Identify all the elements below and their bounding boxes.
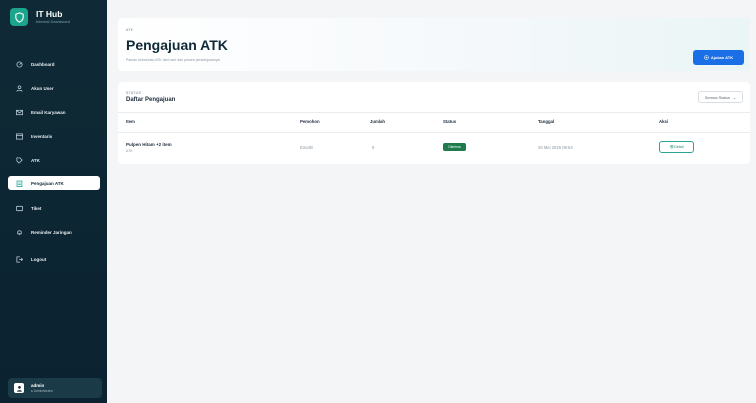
sidebar-item-label: Email Karyawan: [31, 109, 66, 115]
avatar: [14, 383, 24, 393]
clipboard-icon: [16, 180, 23, 187]
sidebar-item-dashboard[interactable]: Dashboard: [8, 57, 100, 71]
chevron-down-icon: ⌄: [732, 94, 737, 100]
mail-icon: [16, 109, 23, 116]
column-header-status[interactable]: Status: [443, 119, 456, 124]
dashboard-icon: [16, 60, 23, 68]
user-icon: [16, 84, 23, 92]
sidebar-item-akun-user[interactable]: Akun User: [8, 81, 100, 95]
sidebar-item-label: Inventaris: [31, 133, 53, 139]
ajukan-atk-button[interactable]: Ajukan ATK: [693, 50, 744, 65]
brand-title: IT Hub: [36, 9, 63, 19]
sidebar-item-label: Tiket: [31, 205, 42, 211]
item-name: Pulpen Hitam +2 item: [126, 142, 172, 147]
user-icon: [16, 385, 22, 392]
divider: [118, 132, 750, 133]
bell-icon: [16, 229, 23, 236]
sidebar-item-pengajuan-atk[interactable]: Pengajuan ATK: [8, 176, 100, 190]
ticket-icon: [16, 205, 23, 212]
request-list-card: STATUS Daftar Pengajuan Semua Status ⌄ I…: [118, 82, 750, 164]
list-title: Daftar Pengajuan: [126, 97, 176, 103]
sidebar-item-label: ATK: [31, 157, 40, 163]
logout-icon: [16, 255, 23, 263]
sidebar-item-label: Pengajuan ATK: [31, 180, 64, 186]
item-category: ATK: [126, 149, 133, 153]
detail-button[interactable]: 👁 Detail: [659, 141, 694, 153]
sidebar-item-label: Akun User: [31, 85, 54, 91]
column-header-jumlah[interactable]: Jumlah: [370, 119, 385, 124]
quantity: 9: [372, 145, 375, 150]
column-header-item[interactable]: Item: [126, 119, 135, 124]
column-header-tanggal[interactable]: Tanggal: [538, 119, 554, 124]
column-header-pemohon[interactable]: Pemohon: [300, 119, 320, 124]
requester: Emathi: [300, 145, 314, 150]
user-role: ● Administrator: [31, 388, 54, 393]
sidebar-item-atk[interactable]: ATK: [8, 153, 100, 167]
page-title: Pengajuan ATK: [126, 37, 228, 53]
status-filter-value: Semua Status: [704, 94, 730, 100]
ajukan-atk-label: Ajukan ATK: [710, 55, 734, 60]
sidebar-item-email-karyawan[interactable]: Email Karyawan: [8, 105, 100, 119]
sidebar-item-label: Logout: [31, 256, 47, 262]
column-header-aksi[interactable]: Aksi: [659, 119, 668, 124]
request-date: 26 Mei 2026 09:54: [538, 145, 573, 150]
box-icon: [16, 132, 23, 140]
sidebar-item-logout[interactable]: Logout: [8, 252, 100, 266]
status-badge: Diterima: [443, 143, 466, 151]
status-filter-select[interactable]: Semua Status ⌄: [698, 91, 743, 103]
plus-circle-icon: [704, 55, 709, 60]
user-card[interactable]: admin ● Administrator: [8, 378, 102, 398]
brand[interactable]: IT Hub Internal Dashboard: [10, 8, 70, 26]
sidebar: IT Hub Internal Dashboard Dashboard Akun…: [0, 0, 107, 403]
divider: [118, 112, 750, 113]
sidebar-item-reminder-jaringan[interactable]: Reminder Jaringan: [8, 225, 100, 239]
page-subtitle: Pantau kebutuhan ATK dari user dan prose…: [126, 58, 221, 62]
breadcrumb: ATK: [126, 28, 134, 32]
tag-icon: [16, 156, 23, 164]
page-header: ATK Pengajuan ATK Pantau kebutuhan ATK d…: [118, 18, 750, 71]
sidebar-item-label: Reminder Jaringan: [31, 229, 72, 235]
section-kicker: STATUS: [126, 91, 142, 95]
shield-icon: [10, 8, 28, 26]
detail-label: Detail: [674, 145, 684, 149]
brand-subtitle: Internal Dashboard: [36, 19, 71, 24]
sidebar-item-label: Dashboard: [31, 61, 55, 67]
sidebar-item-tiket[interactable]: Tiket: [8, 201, 100, 215]
sidebar-item-inventaris[interactable]: Inventaris: [8, 129, 100, 143]
